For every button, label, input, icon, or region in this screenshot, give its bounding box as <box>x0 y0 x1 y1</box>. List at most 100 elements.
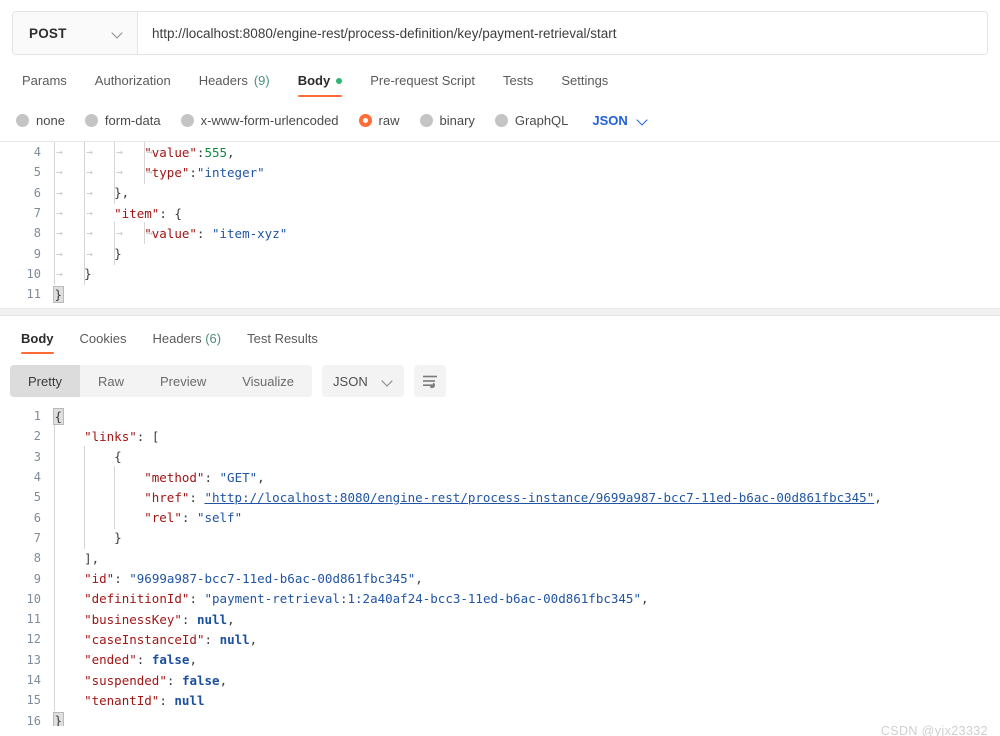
line-number: 2 <box>33 429 41 444</box>
json-punctuation: : <box>189 591 205 607</box>
code-text: ], <box>84 551 99 566</box>
code-text: } <box>53 712 64 726</box>
indent-guide <box>54 425 55 448</box>
code-line: 13 "ended": false, <box>0 648 1000 671</box>
json-key: "suspended" <box>84 672 167 688</box>
json-number-value: null <box>196 611 228 627</box>
indent-guide <box>54 607 55 631</box>
code-line-content: } <box>52 526 1000 550</box>
json-url-link[interactable]: "http://localhost:8080/engine-rest/proce… <box>204 490 874 505</box>
response-view-pretty[interactable]: Pretty <box>10 365 80 397</box>
json-key: "ended" <box>84 652 137 668</box>
tab-whitespace-marker-icon: → <box>56 186 63 200</box>
indent-guide <box>84 465 86 489</box>
code-line: 7} <box>0 526 1000 550</box>
json-punctuation: : <box>181 611 197 627</box>
response-tab-headers[interactable]: Headers (6) <box>139 331 234 354</box>
request-tab-settings[interactable]: Settings <box>547 73 622 97</box>
response-tab-test-results[interactable]: Test Results <box>234 331 331 354</box>
json-punctuation: } <box>114 530 122 546</box>
response-body-editor[interactable]: 1{2 "links": [3{4 "method": "GET", 5 "href":… <box>0 406 1000 726</box>
request-body-editor[interactable]: 4 → → → → "value":555, 5 → → → → "type":"integer" 6 →… <box>0 141 1000 309</box>
json-punctuation: } <box>53 285 64 303</box>
code-text: "value":555, <box>144 145 234 160</box>
request-url-input[interactable]: http://localhost:8080/engine-rest/proces… <box>138 12 987 54</box>
indent-guide <box>54 689 55 712</box>
json-string-value: "payment-retrieval:1:2a40af24-bcc3-11ed-… <box>204 591 642 607</box>
request-body-format-select[interactable]: JSON <box>592 113 647 128</box>
indent-guide <box>114 506 116 529</box>
response-format-value: JSON <box>333 373 368 389</box>
tab-whitespace-marker-icon: → <box>56 247 63 261</box>
request-tab-body[interactable]: Body <box>284 73 357 97</box>
line-number: 10 <box>26 266 41 281</box>
code-text: "item": { <box>114 206 182 221</box>
indent-guide <box>54 242 55 265</box>
json-key: "rel" <box>144 510 182 526</box>
indent-guide <box>54 181 55 204</box>
json-punctuation: : <box>196 225 212 241</box>
indent-guide <box>114 161 116 184</box>
code-text: } <box>84 266 92 281</box>
request-tab-authorization[interactable]: Authorization <box>81 73 185 97</box>
request-tab-pre-request-script[interactable]: Pre-request Script <box>356 73 489 97</box>
body-type-radio-raw[interactable]: raw <box>358 113 400 128</box>
indent-guide <box>54 567 55 590</box>
request-tab-label: Settings <box>561 73 609 88</box>
body-type-label: binary <box>439 112 475 128</box>
code-line: 14 "suspended": false, <box>0 668 1000 692</box>
response-tab-body[interactable]: Body <box>8 331 67 354</box>
body-type-radio-graphql[interactable]: GraphQL <box>494 113 568 128</box>
json-punctuation: : <box>159 692 175 708</box>
body-type-radio-none[interactable]: none <box>16 113 65 128</box>
body-type-radio-x-www-form-urlencoded[interactable]: x-www-form-urlencoded <box>180 113 339 128</box>
pane-splitter[interactable] <box>0 309 1000 316</box>
request-tab-params[interactable]: Params <box>14 73 81 97</box>
indent-guide <box>54 262 55 286</box>
tab-whitespace-marker-icon: → <box>56 206 63 220</box>
indent-guide <box>54 648 55 671</box>
json-punctuation: , <box>249 631 258 647</box>
json-punctuation: { <box>53 407 64 425</box>
json-key: "value" <box>144 225 197 241</box>
code-line-content: { <box>52 445 1000 468</box>
json-punctuation: : { <box>159 205 182 221</box>
json-punctuation: , <box>219 672 228 688</box>
response-view-raw[interactable]: Raw <box>80 365 142 397</box>
code-line: 5 "href": "http://localhost:8080/engine-r… <box>0 486 1000 509</box>
code-line: 5 → → → → "type":"integer" <box>0 161 1000 184</box>
code-text: } <box>114 530 122 545</box>
response-format-select[interactable]: JSON <box>322 365 405 397</box>
line-number: 5 <box>33 490 41 505</box>
line-number: 7 <box>33 530 41 545</box>
code-line: 7 → → "item": { <box>0 201 1000 225</box>
json-punctuation: , <box>257 469 265 485</box>
indent-guide <box>54 445 55 468</box>
request-tab-tests[interactable]: Tests <box>489 73 547 97</box>
indent-guide <box>84 142 86 164</box>
request-tab-label: Headers <box>198 73 248 88</box>
body-type-radio-form-data[interactable]: form-data <box>84 113 161 128</box>
request-tab-headers[interactable]: Headers (9) <box>185 73 284 97</box>
json-punctuation: : <box>136 428 152 444</box>
indent-guide <box>54 142 55 164</box>
response-view-visualize[interactable]: Visualize <box>224 365 312 397</box>
response-view-label: Raw <box>97 373 124 389</box>
response-view-mode-group: Pretty Raw Preview Visualize <box>10 365 313 397</box>
code-text: "href": "http://localhost:8080/engine-re… <box>144 490 882 505</box>
json-punctuation: } <box>114 246 122 262</box>
response-tab-cookies[interactable]: Cookies <box>67 331 140 354</box>
json-punctuation: }, <box>114 185 130 201</box>
line-number: 8 <box>33 551 41 566</box>
code-line-content: "ended": false, <box>52 648 1000 671</box>
request-tab-bar: Params Authorization Headers (9) Body Pre-re… <box>14 67 1000 97</box>
http-method-select[interactable]: POST <box>13 12 138 54</box>
line-number: 13 <box>26 652 41 667</box>
body-type-radio-binary[interactable]: binary <box>419 112 475 128</box>
response-view-preview[interactable]: Preview <box>142 365 224 397</box>
code-text: "type":"integer" <box>144 165 264 180</box>
indent-guide <box>84 526 86 550</box>
indent-guide <box>54 668 55 692</box>
line-number: 9 <box>33 571 41 586</box>
word-wrap-toggle-button[interactable] <box>414 365 447 397</box>
